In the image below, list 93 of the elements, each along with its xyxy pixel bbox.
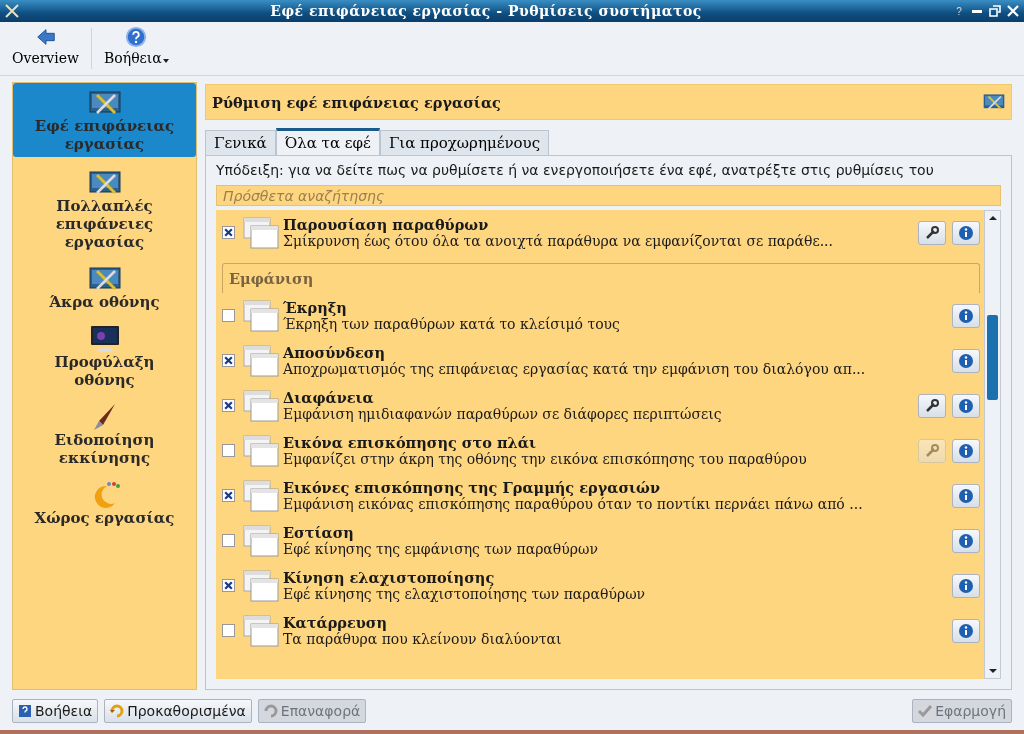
tab[interactable]: Όλα τα εφέ (275, 128, 380, 155)
wrench-button[interactable] (918, 220, 946, 245)
undo-arrow-icon (110, 704, 125, 718)
windows-icon (243, 524, 279, 557)
sidebar-item[interactable]: Προφύλαξη οθόνης (13, 319, 196, 391)
search-field[interactable]: Πρόσθετα αναζήτησης (216, 185, 1001, 206)
help-menu-button[interactable]: Βοήθεια (98, 26, 175, 71)
effect-title: Έκρηξη (283, 298, 348, 316)
scroll-thumb[interactable] (987, 315, 998, 400)
info-icon (958, 622, 974, 639)
windows-icon (243, 434, 279, 467)
effect-title: Αποσύνδεση (283, 343, 387, 361)
desktop-tools-icon (88, 265, 121, 293)
group-title: Εμφάνιση (229, 270, 314, 287)
effect-title: Διαφάνεια (283, 388, 375, 406)
restore-icon[interactable] (988, 4, 1002, 18)
help-icon (125, 26, 148, 48)
info-icon (958, 442, 974, 459)
effect-title: Κίνηση ελαχιστοποίησης (283, 568, 495, 586)
info-button[interactable] (952, 573, 980, 598)
help-button[interactable]: ? (952, 4, 966, 18)
effect-title: Εστίαση (283, 523, 354, 541)
effect-description: Εμφανίζει στην άκρη της οθόνης την εικόνα επισκόπησης του παραθύρου (283, 450, 808, 468)
info-icon (958, 224, 974, 241)
effect-title: Εικόνα επισκόπησης στο πλάι (283, 433, 537, 451)
checkbox[interactable] (222, 354, 235, 367)
info-button[interactable] (952, 220, 980, 245)
tools-icon (4, 3, 20, 19)
info-icon (958, 487, 974, 504)
windows-icon (243, 216, 279, 249)
checkbox[interactable] (222, 444, 235, 457)
effect-description: Εφέ κίνησης της ελαχιστοποίησης των παραθύρων (283, 585, 647, 603)
effect-description: Σμίκρυνση έως ότου όλα τα ανοιχτά παράθυρα να εμφανίζονται σε παράθε... (283, 232, 834, 250)
info-icon (958, 307, 974, 324)
page-title: Ρύθμιση εφέ επιφάνειας εργασίας (212, 93, 502, 111)
checkbox[interactable] (222, 534, 235, 547)
info-icon (958, 352, 974, 369)
hint-text: Υπόδειξη: για να δείτε πως να ρυθμίσετε ή να ενεργοποιήσετε ένα εφέ, ανατρέξτε στις ρυθμίσεις του (216, 162, 935, 179)
checkmark-icon (918, 704, 933, 718)
overview-button[interactable]: Overview (6, 26, 86, 71)
effect-description: Αποχρωματισμός της επιφάνειας εργασίας κατά την εμφάνιση του διαλόγου απ... (283, 360, 867, 378)
checkbox[interactable] (222, 579, 235, 592)
windows-icon (243, 344, 279, 377)
scroll-up-icon[interactable] (988, 215, 997, 221)
window-title: Εφέ επιφάνειας εργασίας - Ρυθμίσεις συστήματος (269, 3, 703, 19)
help-button[interactable]: Βοήθεια (12, 699, 99, 723)
tab[interactable]: Γενικά (205, 130, 276, 155)
checkbox[interactable] (222, 399, 235, 412)
effect-description: Εμφάνιση ημιδιαφανών παραθύρων σε διάφορες περιπτώσεις (283, 405, 723, 423)
monitor-icon (88, 325, 121, 353)
checkbox[interactable] (222, 309, 235, 322)
caret-icon (162, 59, 169, 63)
windows-icon (243, 479, 279, 512)
effect-title: Εικόνες επισκόπησης της Γραμμής εργασιών (283, 478, 661, 496)
help-icon (18, 704, 32, 718)
close-icon[interactable] (1006, 4, 1020, 18)
effect-description: Έκρηξη των παραθύρων κατά το κλείσιμό τους (283, 315, 621, 333)
checkbox[interactable] (222, 489, 235, 502)
wrench-button[interactable] (918, 393, 946, 418)
desktop-tools-icon (88, 169, 121, 197)
scroll-down-icon[interactable] (988, 668, 997, 674)
info-button[interactable] (952, 483, 980, 508)
info-icon (958, 532, 974, 549)
tab[interactable]: Για προχωρημένους (379, 130, 550, 155)
effect-title: Παρουσίαση παραθύρων (283, 215, 490, 233)
info-button[interactable] (952, 618, 980, 643)
desktop-tools-icon (88, 89, 121, 117)
info-icon (958, 577, 974, 594)
effect-description: Εφέ κίνησης της εμφάνισης των παραθύρων (283, 540, 599, 558)
info-button[interactable] (952, 528, 980, 553)
info-button[interactable] (952, 303, 980, 328)
info-button[interactable] (952, 438, 980, 463)
sidebar-item[interactable]: Χώρος εργασίας (13, 475, 196, 529)
windows-icon (243, 299, 279, 332)
windows-icon (243, 389, 279, 422)
sidebar-item[interactable]: Πολλαπλές επιφάνειες εργασίας (13, 163, 196, 253)
checkbox[interactable] (222, 226, 235, 239)
scrollbar[interactable] (984, 210, 1001, 679)
effect-description: Εμφάνιση εικόνας επισκόπησης παραθύρου όταν το ποντίκι περνάει πάνω από ... (283, 495, 864, 513)
effect-description: Τα παράθυρα που κλείνουν διαλύονται (283, 630, 563, 648)
sidebar-item[interactable]: Εφέ επιφάνειας εργασίας (13, 83, 196, 157)
sidebar-item[interactable]: Ειδοποίηση εκκίνησης (13, 397, 196, 469)
info-button[interactable] (952, 393, 980, 418)
info-button[interactable] (952, 348, 980, 373)
back-arrow-icon (34, 26, 57, 48)
effect-title: Κατάρρευση (283, 613, 389, 631)
sidebar-item[interactable]: Άκρα οθόνης (13, 259, 196, 313)
tools-icon (983, 92, 1005, 112)
windows-icon (243, 569, 279, 602)
info-icon (958, 397, 974, 414)
windows-icon (243, 614, 279, 647)
defaults-button[interactable]: Προκαθορισμένα (104, 699, 252, 723)
checkbox[interactable] (222, 624, 235, 637)
